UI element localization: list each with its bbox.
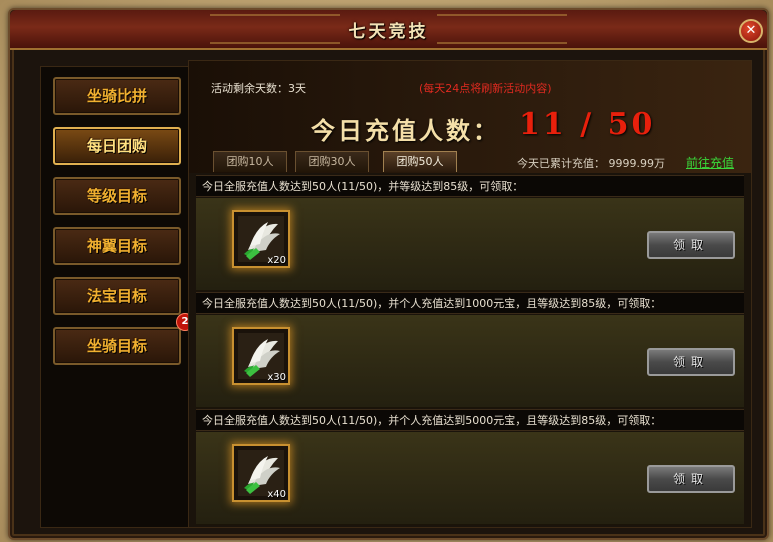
reward-row-3: x40 领取	[196, 432, 744, 525]
sidebar-item-wing-goal[interactable]: 神翼目标	[53, 227, 181, 265]
today-recharge-count: 11 / 50	[519, 107, 656, 142]
refresh-note-text: (每天24点将刷新活动内容)	[419, 82, 552, 95]
main-panel: 活动剩余天数：3天 (每天24点将刷新活动内容) 今日充值人数： 11 / 50…	[188, 60, 752, 528]
reward-item-slot[interactable]: x30	[232, 327, 290, 385]
sidebar-item-daily-group-buy[interactable]: 每日团购	[53, 127, 181, 165]
goto-recharge-link[interactable]: 前往充值	[686, 154, 734, 171]
claim-button-3[interactable]: 领取	[647, 465, 735, 493]
claim-button-1[interactable]: 领取	[647, 231, 735, 259]
sidebar-item-mount-compare[interactable]: 坐骑比拼	[53, 77, 181, 115]
tab-group-buy-30[interactable]: 团购30人	[295, 151, 369, 172]
reward-row-1: x20 领取	[196, 198, 744, 291]
claim-button-2[interactable]: 领取	[647, 348, 735, 376]
today-recharge-total: 今天已累计充值： 9999.99万	[517, 157, 665, 170]
sidebar-item-mount-goal[interactable]: 坐骑目标	[53, 327, 181, 365]
sidebar: 坐骑比拼 每日团购 等级目标 神翼目标 法宝目标 坐骑目标 2	[40, 66, 194, 528]
reward-item-quantity: x30	[267, 372, 286, 383]
reward-item-quantity: x20	[267, 255, 286, 266]
tab-group-buy-10[interactable]: 团购10人	[213, 151, 287, 172]
remaining-days-text: 活动剩余天数：3天	[211, 82, 306, 95]
reward-row-2: x30 领取	[196, 315, 744, 408]
reward-condition-1: 今日全服充值人数达到50人(11/50)，并等级达到85级，可领取：	[196, 175, 744, 197]
close-button[interactable]: ✕	[739, 19, 763, 43]
reward-condition-3: 今日全服充值人数达到50人(11/50)，并个人充值达到5000元宝，且等级达到…	[196, 409, 744, 431]
today-recharge-label: 今日充值人数：	[311, 116, 500, 145]
reward-condition-2: 今日全服充值人数达到50人(11/50)，并个人充值达到1000元宝，且等级达到…	[196, 292, 744, 314]
reward-item-quantity: x40	[267, 489, 286, 500]
window-title: 七天竞技	[348, 22, 429, 42]
title-bar: 七天竞技 ✕	[10, 10, 767, 50]
sidebar-item-treasure-goal[interactable]: 法宝目标	[53, 277, 181, 315]
sidebar-item-level-goal[interactable]: 等级目标	[53, 177, 181, 215]
seven-day-competition-window: 七天竞技 ✕ 坐骑比拼 每日团购 等级目标 神翼目标 法宝目标 坐骑目标 2 活…	[8, 8, 769, 540]
reward-item-slot[interactable]: x40	[232, 444, 290, 502]
reward-item-slot[interactable]: x20	[232, 210, 290, 268]
banner: 活动剩余天数：3天 (每天24点将刷新活动内容) 今日充值人数： 11 / 50…	[189, 61, 751, 173]
tab-group-buy-50[interactable]: 团购50人	[383, 151, 457, 172]
